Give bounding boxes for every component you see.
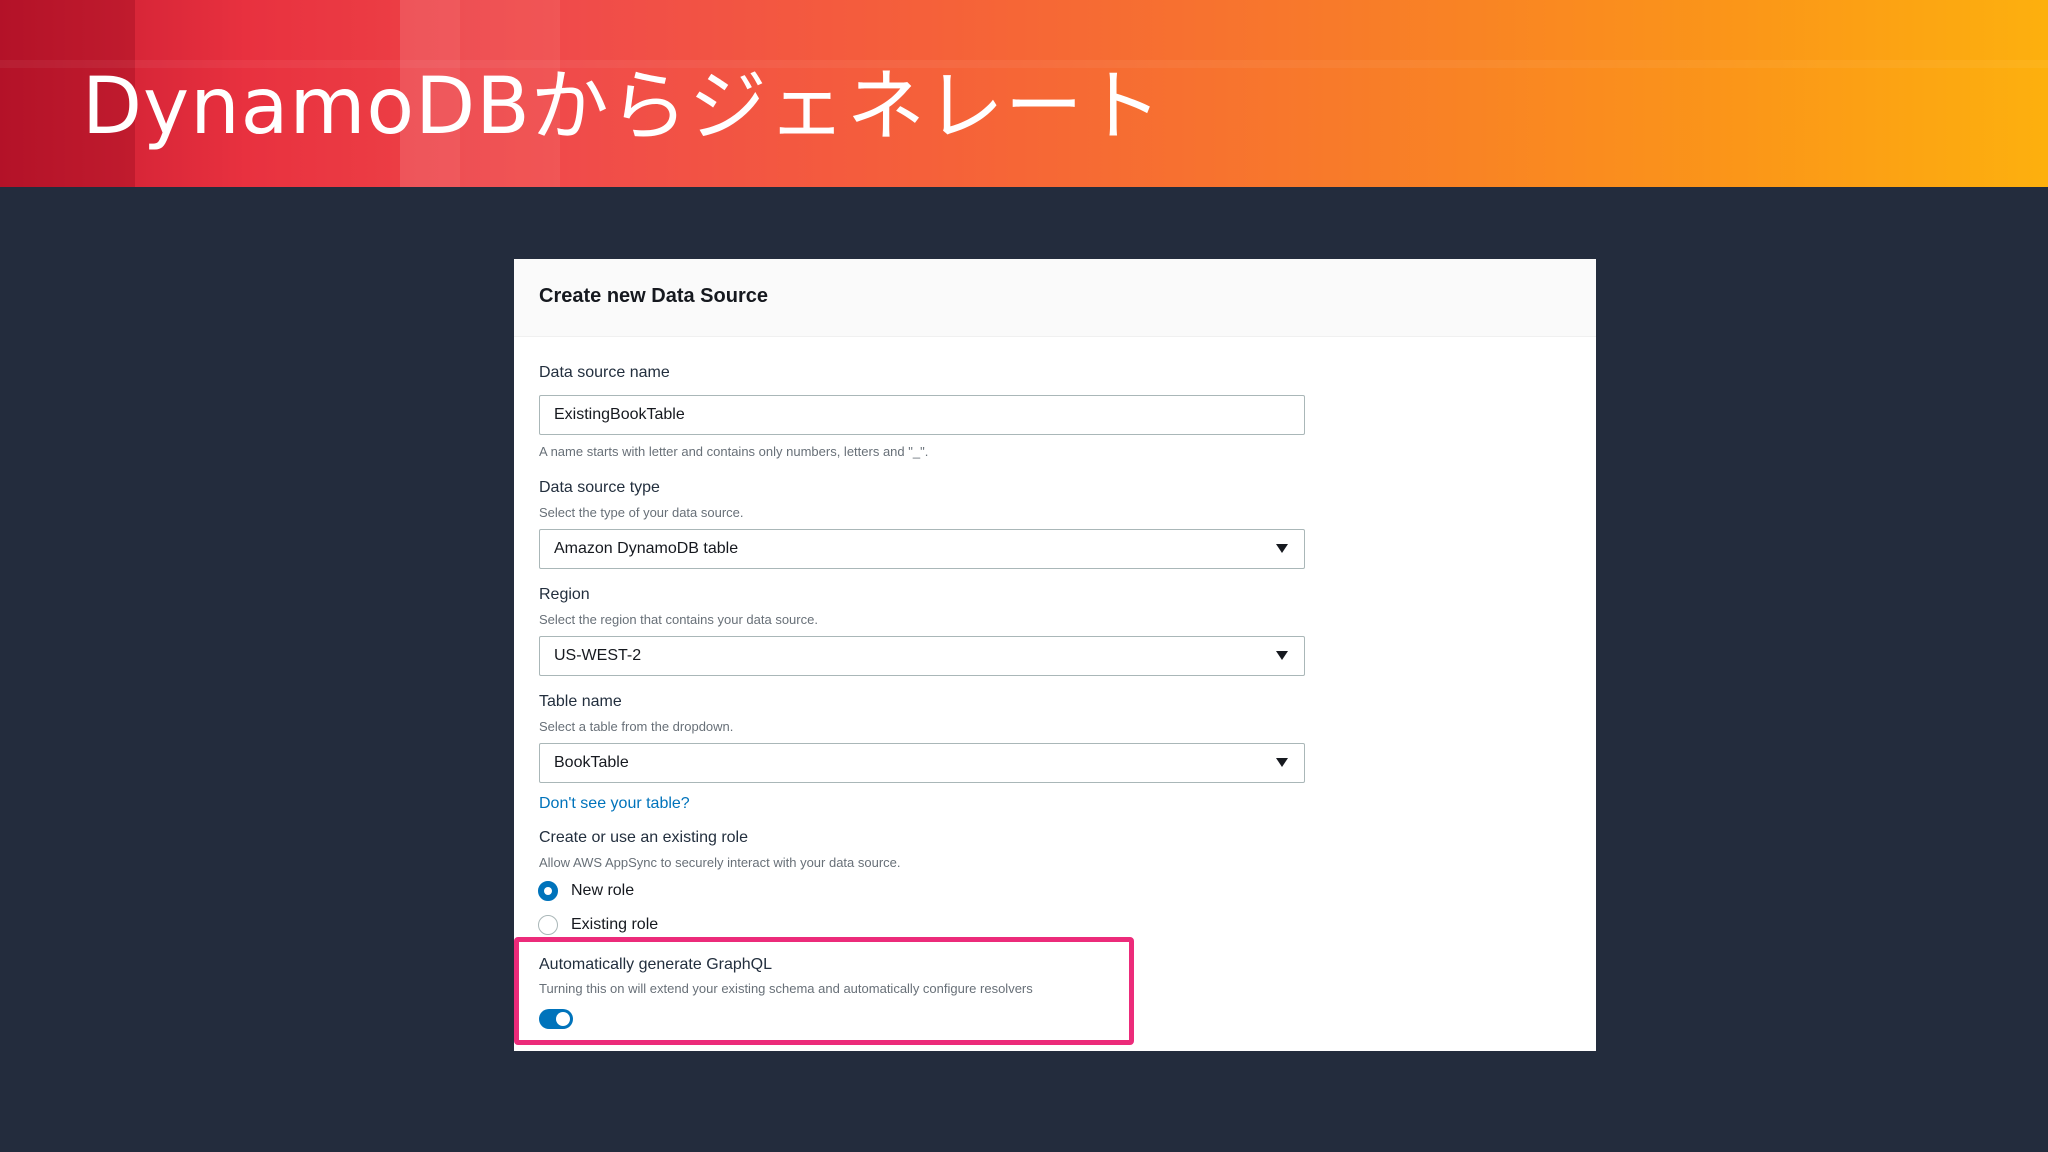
data-source-name-input[interactable]: ExistingBookTable (539, 395, 1305, 435)
data-source-type-description: Select the type of your data source. (539, 505, 744, 520)
existing-role-radio[interactable] (538, 915, 558, 935)
region-label: Region (539, 586, 590, 603)
create-data-source-panel: Create new Data Source Data source name … (514, 259, 1596, 1051)
caret-down-icon (1276, 544, 1288, 553)
table-name-select[interactable]: BookTable (539, 743, 1305, 783)
caret-down-icon (1276, 651, 1288, 660)
missing-table-link[interactable]: Don't see your table? (539, 795, 690, 813)
data-source-name-hint: A name starts with letter and contains o… (539, 444, 929, 459)
region-select[interactable]: US-WEST-2 (539, 636, 1305, 676)
toggle-knob (556, 1012, 570, 1026)
auto-generate-description: Turning this on will extend your existin… (539, 981, 1033, 996)
role-description: Allow AWS AppSync to securely interact w… (539, 855, 901, 870)
slide-title: DynamoDBからジェネレート (82, 62, 1163, 152)
caret-down-icon (1276, 758, 1288, 767)
table-name-description: Select a table from the dropdown. (539, 719, 734, 734)
existing-role-radio-row[interactable]: Existing role (538, 913, 658, 937)
table-name-label: Table name (539, 693, 622, 710)
data-source-type-value: Amazon DynamoDB table (554, 540, 739, 557)
region-value: US-WEST-2 (554, 647, 642, 664)
data-source-type-label: Data source type (539, 479, 660, 496)
table-name-value: BookTable (554, 754, 629, 771)
panel-title: Create new Data Source (539, 285, 768, 307)
region-description: Select the region that contains your dat… (539, 612, 818, 627)
existing-role-label: Existing role (571, 916, 659, 933)
role-label: Create or use an existing role (539, 829, 748, 846)
auto-generate-toggle[interactable] (539, 1009, 573, 1029)
panel-header: Create new Data Source (514, 259, 1596, 337)
slide-header: DynamoDBからジェネレート (0, 0, 2048, 187)
data-source-type-select[interactable]: Amazon DynamoDB table (539, 529, 1305, 569)
auto-generate-label: Automatically generate GraphQL (539, 956, 773, 973)
new-role-label: New role (571, 882, 635, 899)
data-source-name-label: Data source name (539, 364, 670, 381)
new-role-radio[interactable] (538, 881, 558, 901)
new-role-radio-row[interactable]: New role (538, 879, 634, 903)
